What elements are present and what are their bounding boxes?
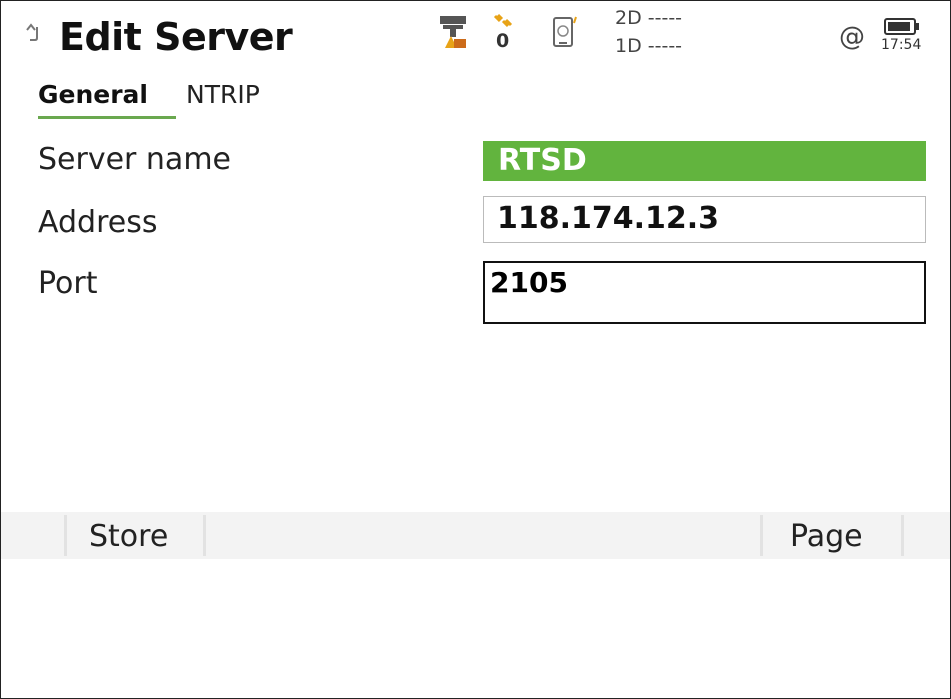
internet-connection-icon[interactable]: @ <box>839 22 865 52</box>
active-tab-indicator <box>38 116 176 119</box>
port-field[interactable]: 2105 <box>483 261 926 324</box>
position-quality-1d: 1D ----- <box>615 35 683 57</box>
tab-general[interactable]: General <box>38 80 148 109</box>
bottom-toolbar: Store Page <box>1 512 950 559</box>
battery-icon[interactable] <box>884 18 920 35</box>
satellite-icon[interactable] <box>491 13 515 31</box>
server-name-field[interactable]: RTSD <box>483 141 926 181</box>
toolbar-divider <box>901 515 904 556</box>
address-field[interactable]: 118.174.12.3 <box>483 196 926 243</box>
toolbar-divider <box>203 515 206 556</box>
port-label: Port <box>38 266 98 301</box>
page-title: Edit Server <box>59 15 293 59</box>
satellite-count: 0 <box>496 30 510 52</box>
address-label: Address <box>38 205 158 240</box>
page-button[interactable]: Page <box>763 512 901 559</box>
device-icon[interactable] <box>552 15 580 49</box>
server-name-label: Server name <box>38 142 231 177</box>
screen: Edit Server 0 2D ----- 1D ----- @ 17:54 … <box>0 0 951 699</box>
clock: 17:54 <box>881 37 922 53</box>
gnss-antenna-icon[interactable] <box>437 13 471 49</box>
position-quality-2d: 2D ----- <box>615 7 683 29</box>
store-button[interactable]: Store <box>67 512 203 559</box>
tab-ntrip[interactable]: NTRIP <box>186 80 260 109</box>
back-arrow-icon[interactable] <box>21 21 43 43</box>
